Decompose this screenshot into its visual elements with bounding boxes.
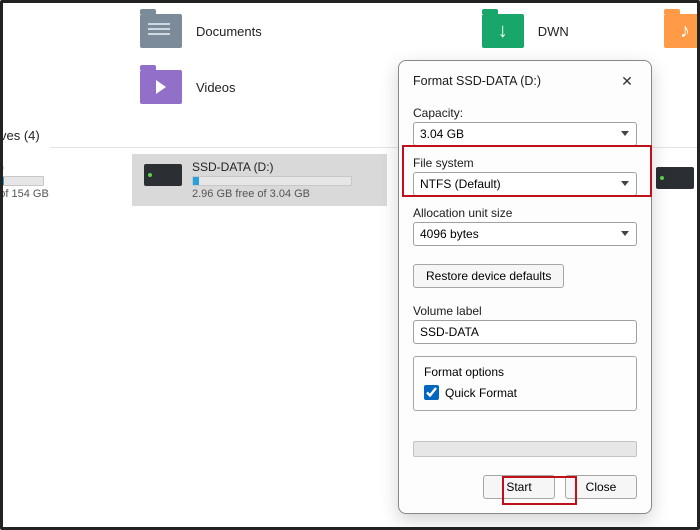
folder-dwn[interactable]: DWN (482, 14, 569, 48)
drive-icon (656, 167, 694, 189)
progress-bar (413, 441, 637, 457)
usage-bar (0, 176, 44, 186)
allocation-label: Allocation unit size (413, 206, 637, 220)
music-icon (664, 14, 700, 48)
quick-format-checkbox[interactable]: Quick Format (424, 385, 626, 400)
format-dialog: Format SSD-DATA (D:) ✕ Capacity: 3.04 GB… (398, 60, 652, 514)
capacity-label: Capacity: (413, 106, 637, 120)
folder-music[interactable] (664, 14, 700, 48)
folder-label: DWN (538, 24, 569, 39)
dialog-titlebar: Format SSD-DATA (D:) ✕ (399, 61, 651, 98)
quick-format-check-input[interactable] (424, 385, 439, 400)
capacity-select[interactable]: 3.04 GB (413, 122, 637, 146)
dialog-footer: Start Close (399, 463, 651, 513)
format-options-group: Format options Quick Format (413, 356, 637, 411)
restore-defaults-button[interactable]: Restore device defaults (413, 264, 564, 288)
drive-e[interactable] (656, 163, 694, 189)
volume-label-input[interactable] (413, 320, 637, 344)
drive-free: ee of 154 GB (0, 188, 49, 200)
download-icon (482, 14, 524, 48)
drive-free: 2.96 GB free of 3.04 GB (192, 188, 352, 200)
usage-bar (192, 176, 352, 186)
drive-name: SSD-DATA (D:) (192, 160, 352, 174)
close-button[interactable]: Close (565, 475, 637, 499)
dialog-title: Format SSD-DATA (D:) (413, 74, 541, 88)
folder-label: Videos (196, 80, 236, 95)
documents-icon (140, 14, 182, 48)
quick-format-label: Quick Format (445, 386, 517, 400)
drive-c[interactable]: (C:) ee of 154 GB (0, 154, 132, 206)
format-options-label: Format options (424, 365, 626, 379)
start-button[interactable]: Start (483, 475, 555, 499)
allocation-select[interactable]: 4096 bytes (413, 222, 637, 246)
volume-label-label: Volume label (413, 304, 637, 318)
videos-icon (140, 70, 182, 104)
folder-videos[interactable]: Videos (140, 70, 262, 104)
close-icon[interactable]: ✕ (613, 70, 641, 92)
drive-icon (144, 164, 182, 186)
drive-name: (C:) (0, 160, 49, 174)
filesystem-select[interactable]: NTFS (Default) (413, 172, 637, 196)
folder-documents[interactable]: Documents (140, 14, 262, 48)
folder-label: Documents (196, 24, 262, 39)
filesystem-label: File system (413, 156, 637, 170)
drive-d[interactable]: SSD-DATA (D:) 2.96 GB free of 3.04 GB (132, 154, 387, 206)
